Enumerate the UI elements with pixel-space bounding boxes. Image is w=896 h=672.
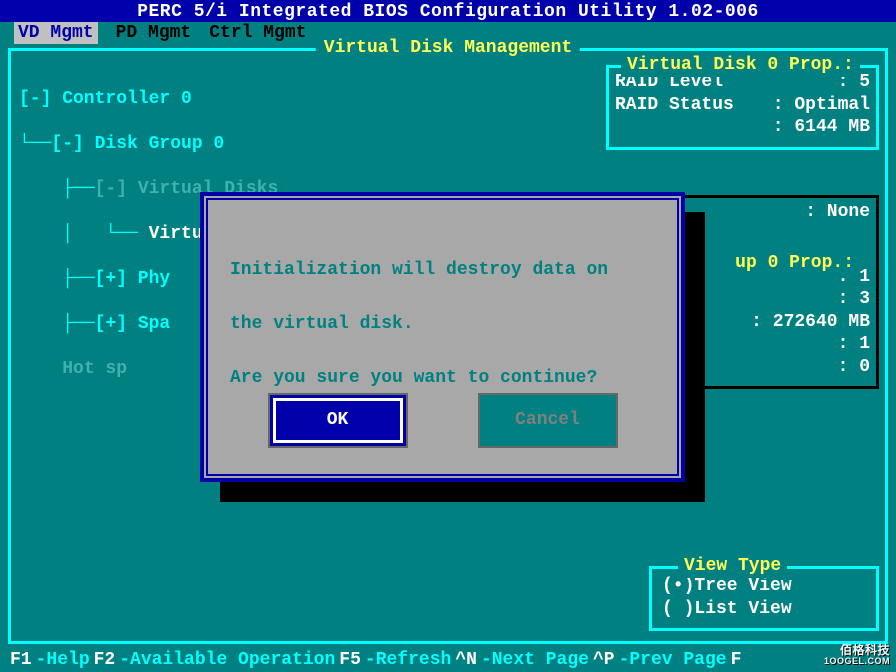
ok-button-label: OK [327, 409, 349, 432]
hotkey-ctrl-p: ^P [593, 649, 615, 672]
tab-vd-mgmt[interactable]: VD Mgmt [14, 22, 98, 45]
tab-pd-mgmt[interactable]: PD Mgmt [116, 22, 192, 45]
vd-size: : 6144 MB [615, 116, 870, 139]
view-type-box: View Type (•)Tree View ( )List View [649, 566, 879, 631]
app-title: PERC 5/i Integrated BIOS Configuration U… [137, 2, 759, 22]
hotkey-f2: F2 [94, 649, 116, 672]
cancel-button[interactable]: Cancel [478, 393, 618, 448]
tree-diskgroup[interactable]: └──[-] Disk Group 0 [19, 133, 311, 156]
tab-ctrl-mgmt[interactable]: Ctrl Mgmt [209, 22, 306, 45]
status-bar: F1-Help F2-Available Operation F5-Refres… [0, 648, 896, 672]
hotkey-f5: F5 [339, 649, 361, 672]
watermark: 佰格科技 1OOGEL.COM [824, 644, 890, 666]
workspace-title: Virtual Disk Management [316, 37, 580, 60]
tree-controller[interactable]: [-] Controller 0 [19, 88, 311, 111]
radio-list-view[interactable]: ( )List View [662, 598, 866, 621]
vd-raid-status: RAID Status: Optimal [615, 94, 870, 117]
view-type-title: View Type [678, 555, 787, 578]
ok-button[interactable]: OK [268, 393, 408, 448]
dialog-message: Initialization will destroy data on the … [230, 230, 655, 392]
hotkey-f1: F1 [10, 649, 32, 672]
radio-tree-view[interactable]: (•)Tree View [662, 575, 866, 598]
vd-props-title: Virtual Disk 0 Prop.: [621, 54, 860, 77]
cancel-button-label: Cancel [515, 409, 580, 432]
hotkey-ctrl-n: ^N [455, 649, 477, 672]
dg-props-title: up 0 Prop.: [729, 252, 860, 275]
virtual-disk-properties: Virtual Disk 0 Prop.: RAID Level : 5 RAI… [606, 65, 879, 150]
hotkey-f12: F [731, 649, 742, 672]
confirm-dialog: Initialization will destroy data on the … [200, 192, 685, 482]
title-bar: PERC 5/i Integrated BIOS Configuration U… [0, 0, 896, 22]
